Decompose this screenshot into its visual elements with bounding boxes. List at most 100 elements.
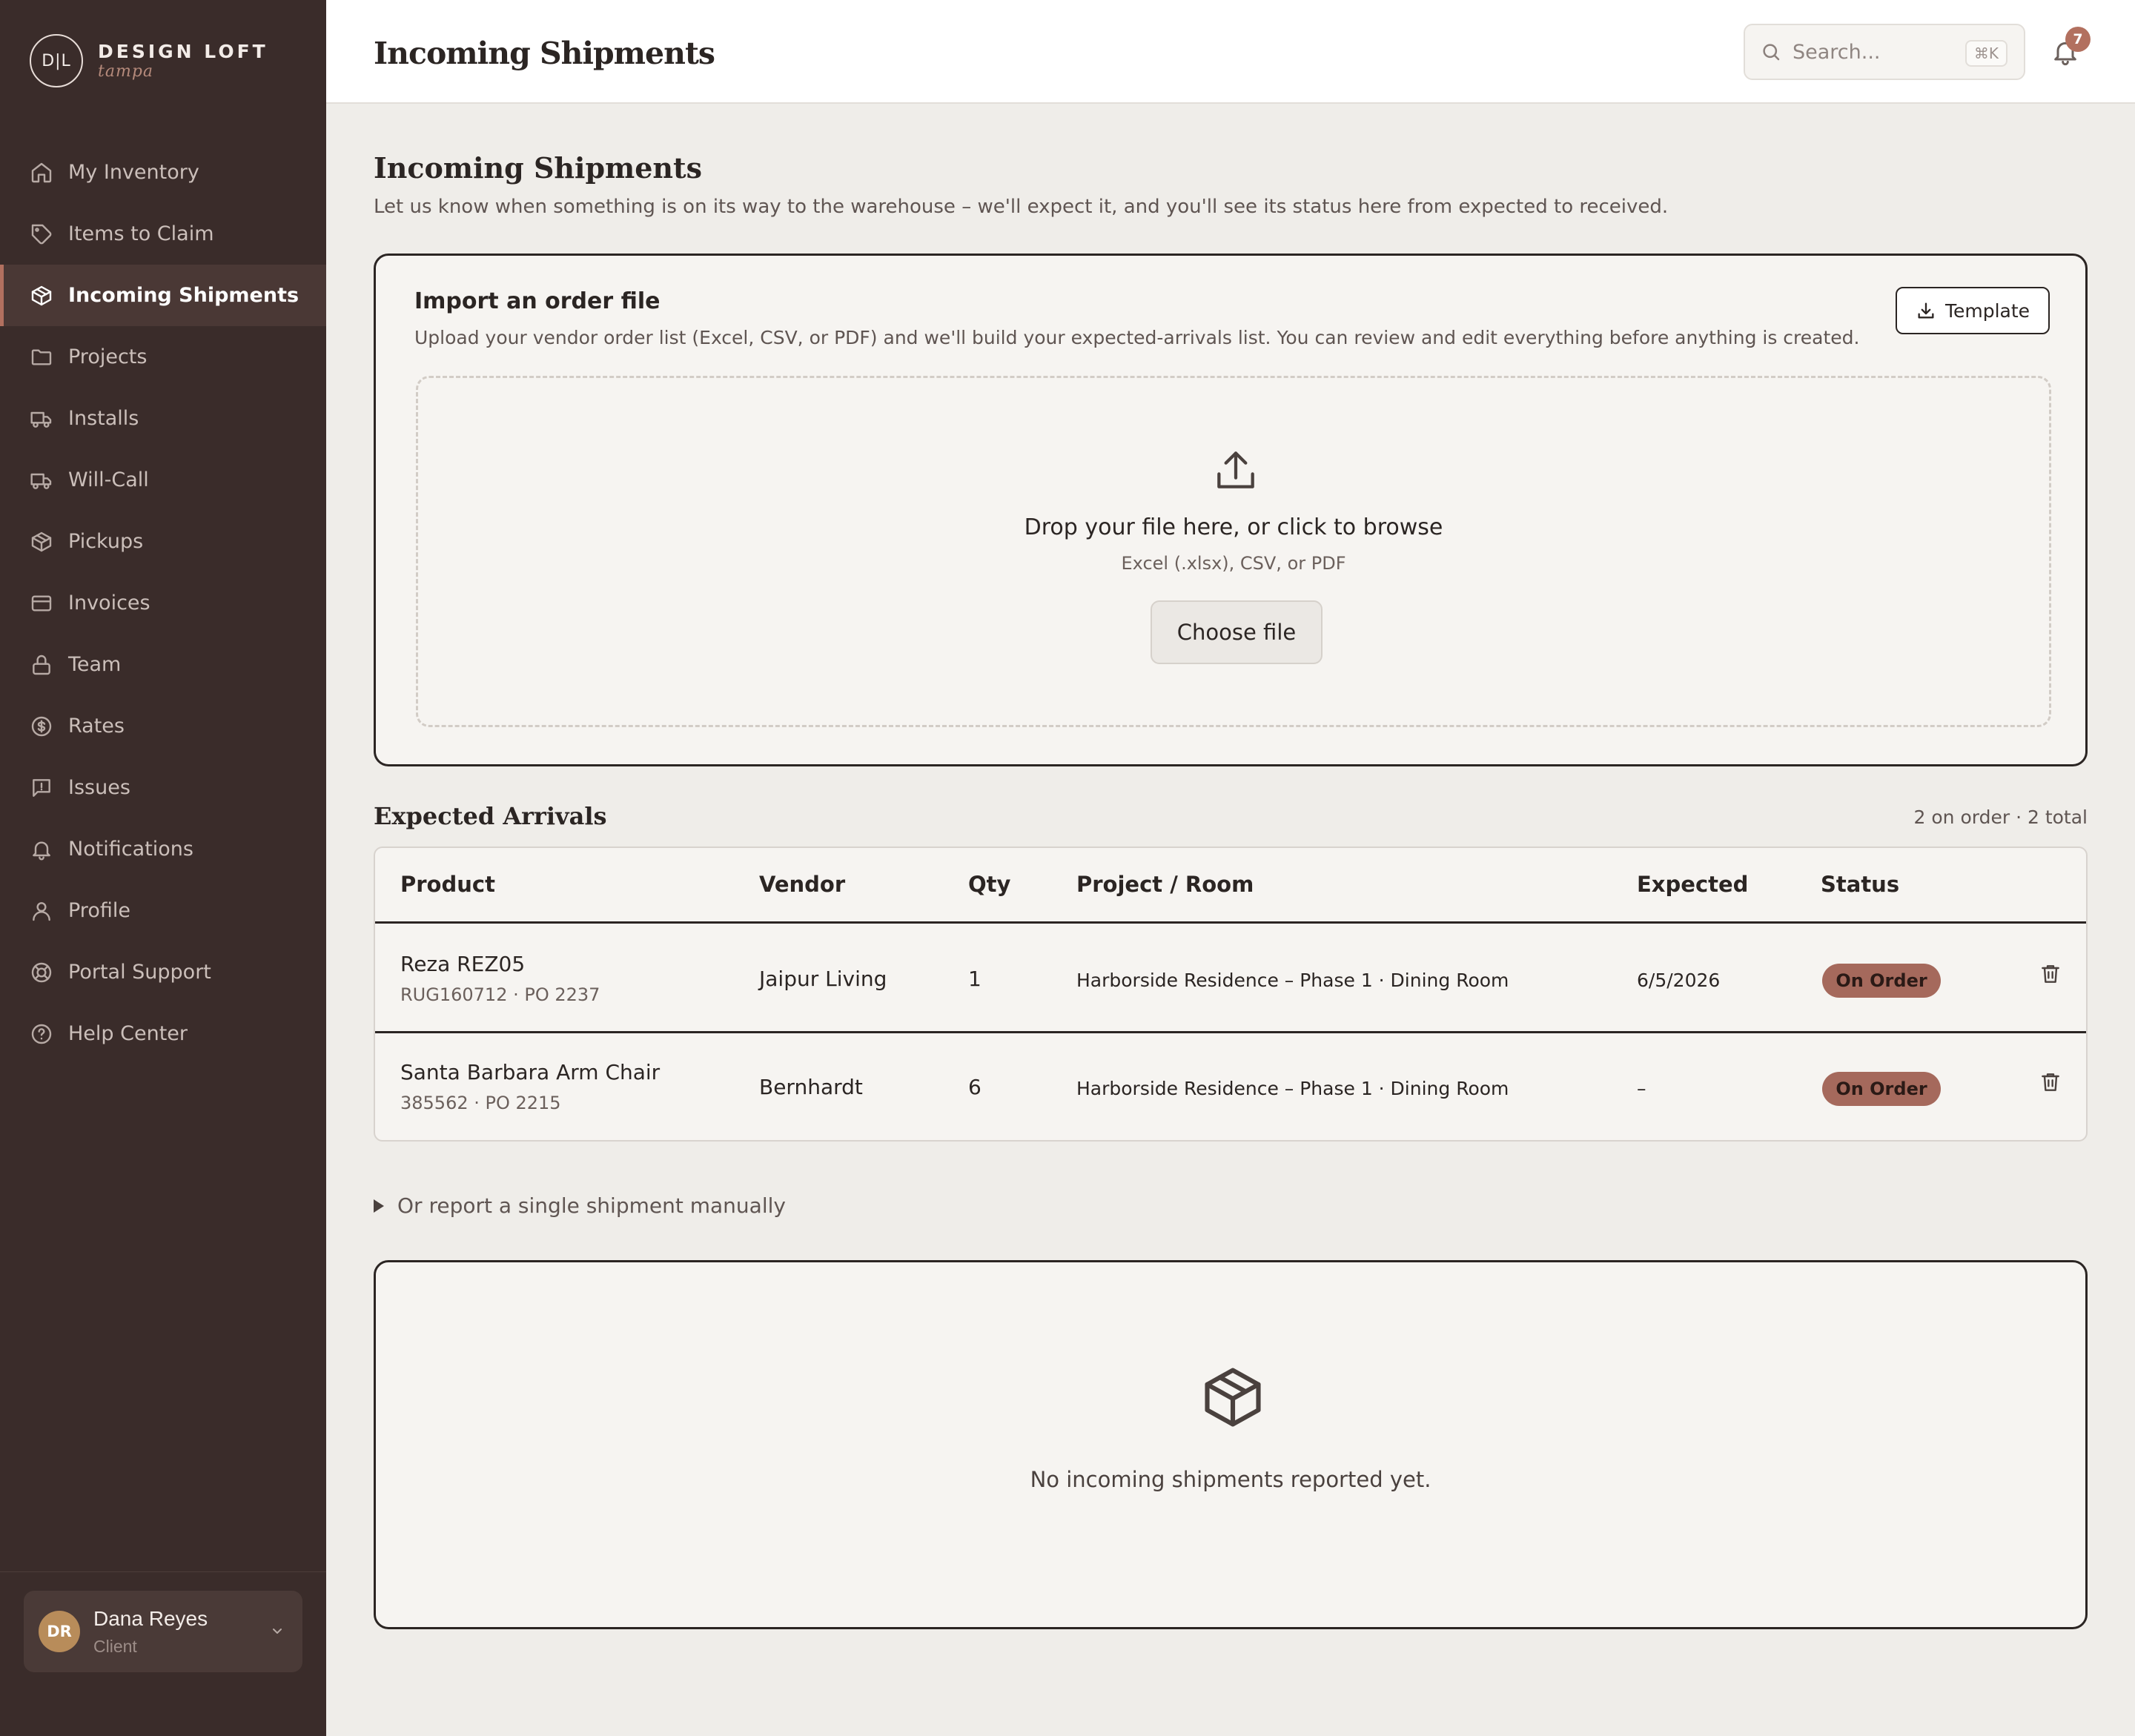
section-title: Incoming Shipments [374,151,702,185]
sidebar-item-installs[interactable]: Installs [0,388,326,449]
sidebar-item-label: My Inventory [68,161,199,184]
vendor-name: Bernhardt [759,1075,863,1099]
tag-icon [31,224,52,244]
search-box[interactable]: ⌘K [1744,24,2025,80]
truck-icon [30,411,52,428]
upload-icon [1217,451,1254,488]
sidebar: D|L DESIGN LOFT tampa My Inventory Items… [0,0,326,1736]
sidebar-item-label: Will-Call [68,468,149,491]
sidebar-item-projects[interactable]: Projects [0,326,326,388]
sidebar-item-profile[interactable]: Profile [0,880,326,941]
quantity: 1 [968,967,982,991]
logo-monogram: D|L [30,34,83,87]
sidebar-item-pickups[interactable]: Pickups [0,511,326,572]
table-row[interactable]: Reza REZ05 RUG160712 · PO 2237 Jaipur Li… [375,925,2086,1033]
sidebar-item-incoming-shipments[interactable]: Incoming Shipments [0,265,326,326]
sidebar-item-items-to-claim[interactable]: Items to Claim [0,203,326,265]
sidebar-item-label: Help Center [68,1022,188,1045]
column-header-vendor[interactable]: Vendor [759,872,845,897]
sidebar-item-rates[interactable]: Rates [0,695,326,757]
sidebar-item-label: Items to Claim [68,222,214,245]
column-header-product[interactable]: Product [400,872,495,897]
import-description: Upload your vendor order list (Excel, CS… [414,327,1860,348]
sidebar-item-will-call[interactable]: Will-Call [0,449,326,511]
download-icon [1918,302,1934,319]
sidebar-divider [0,1571,326,1572]
import-title: Import an order file [414,288,661,314]
sidebar-item-my-inventory[interactable]: My Inventory [0,142,326,203]
top-bar: Incoming Shipments ⌘K 7 [326,0,2135,104]
project-room: Harborside Residence – Phase 1 · Dining … [1076,1078,1509,1099]
sidebar-item-label: Team [68,653,122,676]
sidebar-item-label: Profile [68,899,130,922]
sidebar-item-label: Pickups [68,530,144,553]
dollar-icon [31,716,52,736]
column-header-expected[interactable]: Expected [1637,872,1748,897]
box-icon [31,285,52,305]
template-download-button[interactable]: Template [1896,287,2050,334]
expected-date: 6/5/2026 [1637,970,1721,991]
column-header-qty[interactable]: Qty [968,872,1010,897]
sidebar-item-label: Incoming Shipments [68,284,299,307]
brand-script: tampa [98,62,154,81]
lifebuoy-icon [31,962,52,982]
sidebar-item-team[interactable]: Team [0,634,326,695]
sidebar-item-label: Invoices [68,592,150,614]
caret-right-icon [374,1199,384,1213]
home-icon [31,162,52,182]
search-shortcut: ⌘K [1964,40,2007,67]
chevron-down-icon [273,1629,282,1634]
import-card: Import an order file Upload your vendor … [374,254,2088,766]
bell-icon [33,841,50,860]
sidebar-item-label: Portal Support [68,961,211,984]
sidebar-item-portal-support[interactable]: Portal Support [0,941,326,1003]
search-input[interactable] [1793,40,1956,64]
avatar: DR [39,1611,80,1652]
section-description: Let us know when something is on its way… [374,196,1669,218]
brand-logo[interactable]: D|L DESIGN LOFT tampa [30,34,268,87]
sidebar-item-label: Notifications [68,838,193,861]
arrivals-title: Expected Arrivals [374,802,607,830]
truck-icon [30,473,52,489]
sidebar-item-help-center[interactable]: Help Center [0,1003,326,1064]
credit-card-icon [31,594,52,612]
vendor-name: Jaipur Living [759,967,887,991]
empty-state-card: No incoming shipments reported yet. [374,1260,2088,1629]
box-icon [31,531,52,551]
table-row[interactable]: Santa Barbara Arm Chair 385562 · PO 2215… [375,1033,2086,1142]
sidebar-item-issues[interactable]: Issues [0,757,326,818]
status-badge: On Order [1822,1072,1941,1106]
template-label: Template [1944,299,2030,322]
product-name: Reza REZ05 [400,952,526,976]
sidebar-item-label: Issues [68,776,130,799]
folder-icon [31,348,52,365]
table-header: Product Vendor Qty Project / Room Expect… [375,848,2086,924]
status-badge: On Order [1822,964,1941,998]
sidebar-item-label: Projects [68,345,148,368]
column-header-project-room[interactable]: Project / Room [1076,872,1254,897]
user-menu[interactable]: DR Dana Reyes Client [24,1591,302,1672]
empty-state-text: No incoming shipments reported yet. [1030,1467,1431,1492]
column-header-status[interactable]: Status [1821,872,1899,897]
product-sku: RUG160712 · PO 2237 [400,984,600,1005]
sidebar-item-notifications[interactable]: Notifications [0,818,326,880]
message-alert-icon [33,778,50,797]
sidebar-item-label: Installs [68,407,139,430]
arrivals-count: 2 on order · 2 total [1913,806,2088,828]
manual-report-toggle[interactable]: Or report a single shipment manually [374,1193,786,1218]
arrivals-table: Product Vendor Qty Project / Room Expect… [374,847,2088,1142]
choose-file-button[interactable]: Choose file [1151,600,1323,664]
sidebar-item-invoices[interactable]: Invoices [0,572,326,634]
trash-icon[interactable] [2039,962,2062,986]
drop-title: Drop your file here, or click to browse [1024,514,1443,540]
quantity: 6 [968,1075,982,1099]
lock-icon [33,655,50,675]
expected-date: – [1637,1078,1646,1099]
project-room: Harborside Residence – Phase 1 · Dining … [1076,970,1509,991]
page-title: Incoming Shipments [374,36,715,71]
file-dropzone[interactable]: Drop your file here, or click to browse … [416,376,2051,727]
help-circle-icon [31,1024,52,1044]
drop-subtitle: Excel (.xlsx), CSV, or PDF [1121,553,1346,574]
trash-icon[interactable] [2039,1070,2062,1094]
product-name: Santa Barbara Arm Chair [400,1060,661,1084]
